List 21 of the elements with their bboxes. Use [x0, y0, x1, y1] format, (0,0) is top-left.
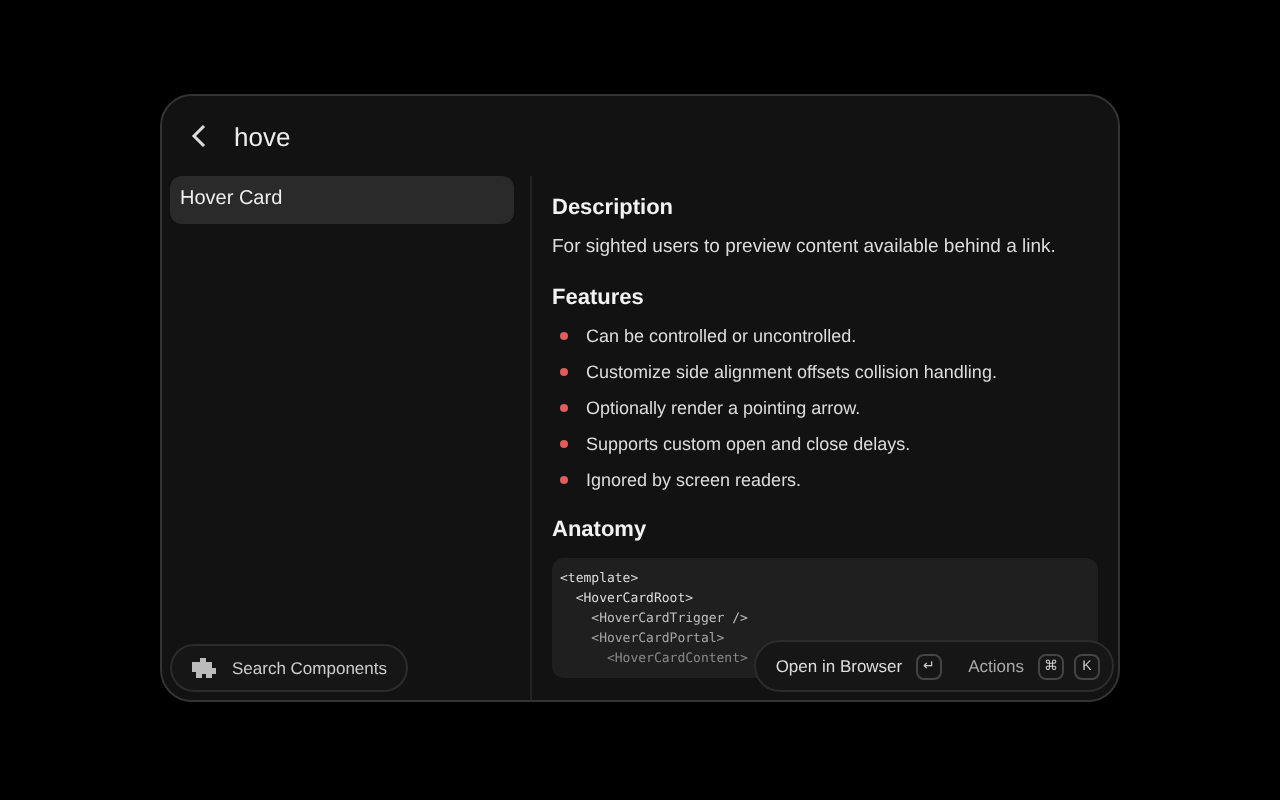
bullet-icon	[560, 440, 568, 448]
search-input[interactable]: hove	[234, 121, 634, 151]
feature-text: Supports custom open and close delays.	[586, 434, 911, 454]
result-item[interactable]: Hover Card	[170, 176, 514, 224]
bullet-icon	[560, 332, 568, 340]
feature-text: Customize side alignment offsets collision handling.	[586, 362, 997, 382]
feature-text: Optionally render a pointing arrow.	[586, 398, 861, 418]
bullet-icon	[560, 368, 568, 376]
section-heading: Anatomy	[552, 518, 649, 542]
actions-button[interactable]: Actions	[964, 656, 1028, 676]
bullet-icon	[560, 476, 568, 484]
search-components-button[interactable]: Search Components	[170, 644, 407, 692]
section-heading: Features	[552, 286, 646, 310]
feature-text: Ignored by screen readers.	[586, 470, 802, 490]
section-heading: Description	[552, 196, 676, 220]
bullet-icon	[560, 404, 568, 412]
description-text: For sighted users to preview content available behind a link.	[552, 236, 1058, 258]
open-in-browser-button[interactable]: Open in Browser	[771, 656, 907, 676]
feature-text: Can be controlled or uncontrolled.	[586, 326, 857, 346]
puzzle-icon	[190, 656, 218, 680]
back-icon[interactable]	[190, 124, 210, 148]
